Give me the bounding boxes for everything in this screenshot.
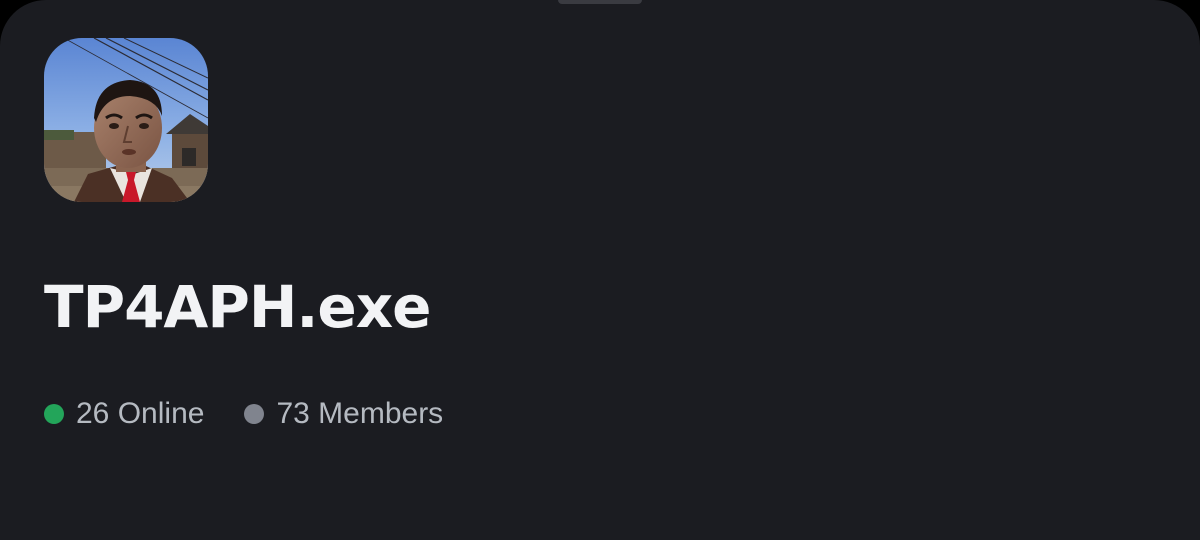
server-name: TP4APH.exe <box>44 273 431 341</box>
server-stats: 26 Online 73 Members <box>44 394 443 434</box>
online-label: Online <box>117 397 205 430</box>
members-label: Members <box>318 397 444 430</box>
server-profile-sheet: TP4APH.exe 26 Online 73 Members <box>0 0 1200 540</box>
online-stat: 26 Online <box>44 397 204 431</box>
online-count: 26 <box>76 397 110 430</box>
members-stat: 73 Members <box>244 397 443 431</box>
server-avatar-image <box>44 38 208 202</box>
drag-handle[interactable] <box>558 0 642 4</box>
members-status-icon <box>244 404 265 424</box>
server-icon[interactable] <box>44 38 208 202</box>
online-status-icon <box>44 404 64 424</box>
members-count: 73 <box>276 397 310 430</box>
